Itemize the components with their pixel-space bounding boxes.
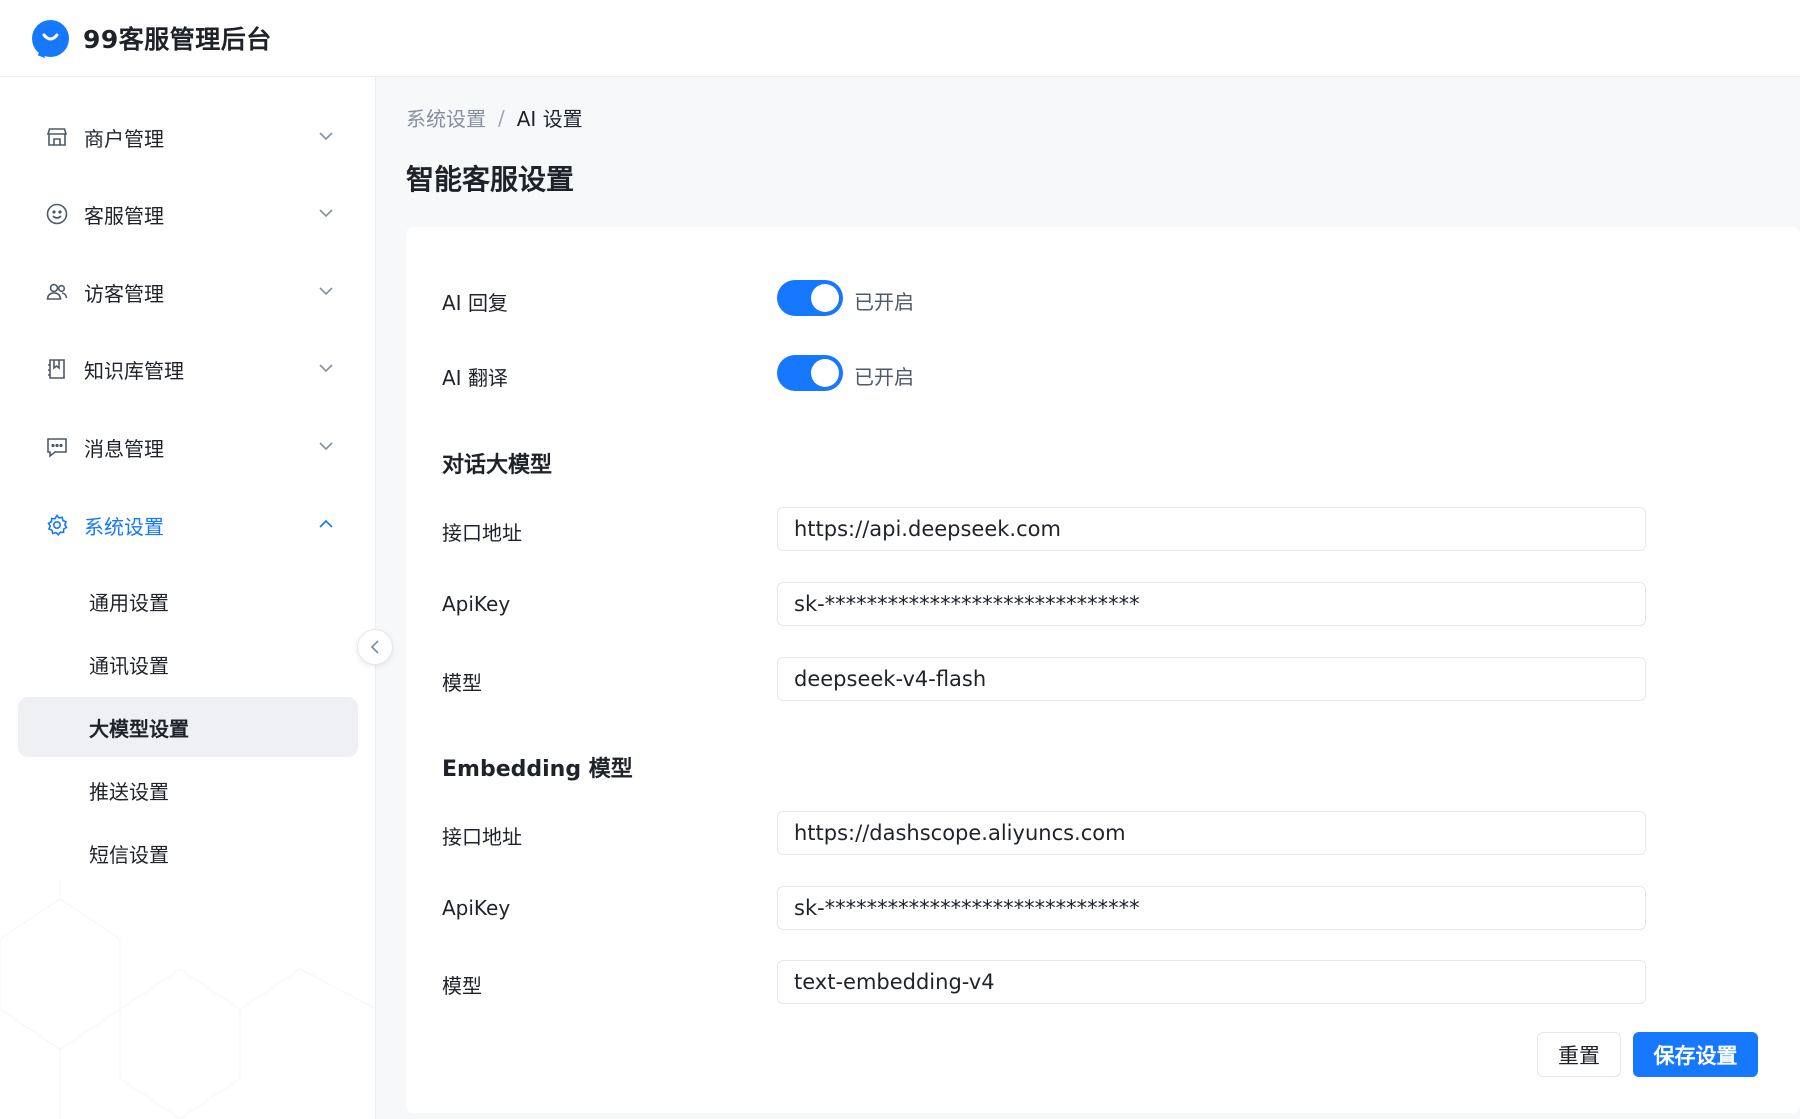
sidebar-item-label: 客服管理 <box>84 203 164 228</box>
book-icon <box>44 356 70 382</box>
sidebar-subitem-general-settings[interactable]: 通用设置 <box>18 571 358 631</box>
sidebar-item-label: 知识库管理 <box>84 358 184 383</box>
sidebar-item-label: 商户管理 <box>84 126 164 151</box>
chevron-down-icon <box>319 287 333 296</box>
sidebar-item-agents[interactable]: 客服管理 <box>18 185 358 243</box>
users-icon <box>44 279 70 305</box>
logo-icon <box>32 19 69 57</box>
sidebar-item-merchants[interactable]: 商户管理 <box>18 108 358 166</box>
embedding-endpoint-label: 接口地址 <box>442 825 522 849</box>
embedding-model-label: 模型 <box>442 974 482 998</box>
chevron-down-icon <box>319 442 333 451</box>
app-title: 99客服管理后台 <box>83 25 272 54</box>
sidebar-subitem-sms-settings[interactable]: 短信设置 <box>18 823 358 883</box>
breadcrumb: 系统设置 / AI 设置 <box>406 103 583 132</box>
ai-translate-toggle[interactable] <box>777 355 843 391</box>
sidebar-item-messages[interactable]: 消息管理 <box>18 418 358 476</box>
chat-model-label: 模型 <box>442 671 482 695</box>
embedding-apikey-input[interactable] <box>777 886 1646 930</box>
breadcrumb-parent-link[interactable]: 系统设置 <box>406 103 486 132</box>
ai-reply-label: AI 回复 <box>442 291 508 315</box>
top-bar: 99客服管理后台 <box>0 0 1800 77</box>
sidebar-subitem-label: 大模型设置 <box>89 716 189 741</box>
settings-card: AI 回复 已开启 AI 翻译 已开启 对话大模型 接口地址 ApiKey 模型… <box>406 227 1800 1113</box>
embedding-model-section-title: Embedding 模型 <box>442 757 633 782</box>
ai-reply-status: 已开启 <box>854 290 914 314</box>
sidebar-background-pattern <box>0 879 375 1119</box>
chat-endpoint-input[interactable] <box>777 507 1646 551</box>
store-icon <box>44 124 70 150</box>
ai-translate-label: AI 翻译 <box>442 366 508 390</box>
chat-apikey-label: ApiKey <box>442 592 511 616</box>
chat-model-input[interactable] <box>777 657 1646 701</box>
embedding-endpoint-input[interactable] <box>777 811 1646 855</box>
ai-reply-toggle[interactable] <box>777 280 843 316</box>
chat-model-section-title: 对话大模型 <box>442 453 553 478</box>
chat-endpoint-label: 接口地址 <box>442 521 522 545</box>
chevron-up-icon <box>319 519 333 528</box>
sidebar-item-knowledge-base[interactable]: 知识库管理 <box>18 340 358 398</box>
smile-icon <box>44 201 70 227</box>
sidebar-item-label: 消息管理 <box>84 436 164 461</box>
breadcrumb-separator: / <box>498 105 505 130</box>
sidebar-collapse-button[interactable] <box>357 629 393 665</box>
breadcrumb-current: AI 设置 <box>516 107 583 131</box>
page-title: 智能客服设置 <box>406 163 575 196</box>
sidebar-subitem-label: 通讯设置 <box>89 653 169 678</box>
sidebar-item-label: 系统设置 <box>84 514 164 539</box>
sidebar-item-visitors[interactable]: 访客管理 <box>18 263 358 321</box>
embedding-model-input[interactable] <box>777 960 1646 1004</box>
sidebar: 商户管理 客服管理 访客管理 知识库管理 消息管理 系统设置 通用设置 通讯设置… <box>0 77 376 1119</box>
chevron-down-icon <box>319 132 333 141</box>
sidebar-subitem-communication-settings[interactable]: 通讯设置 <box>18 634 358 694</box>
embedding-apikey-label: ApiKey <box>442 896 511 920</box>
sidebar-subitem-push-settings[interactable]: 推送设置 <box>18 760 358 820</box>
message-icon <box>44 434 70 460</box>
sidebar-item-system-settings[interactable]: 系统设置 <box>18 496 358 554</box>
sidebar-item-label: 访客管理 <box>84 281 164 306</box>
chat-apikey-input[interactable] <box>777 582 1646 626</box>
sidebar-subitem-label: 推送设置 <box>89 779 169 804</box>
sidebar-subitem-llm-settings[interactable]: 大模型设置 <box>18 697 358 757</box>
save-settings-button[interactable]: 保存设置 <box>1633 1032 1758 1077</box>
sidebar-subitem-label: 通用设置 <box>89 590 169 615</box>
gear-icon <box>44 512 70 538</box>
chevron-down-icon <box>319 209 333 218</box>
chevron-down-icon <box>319 364 333 373</box>
ai-translate-status: 已开启 <box>854 365 914 389</box>
sidebar-subitem-label: 短信设置 <box>89 842 169 867</box>
chevron-left-icon <box>370 640 379 654</box>
reset-button[interactable]: 重置 <box>1537 1032 1621 1077</box>
